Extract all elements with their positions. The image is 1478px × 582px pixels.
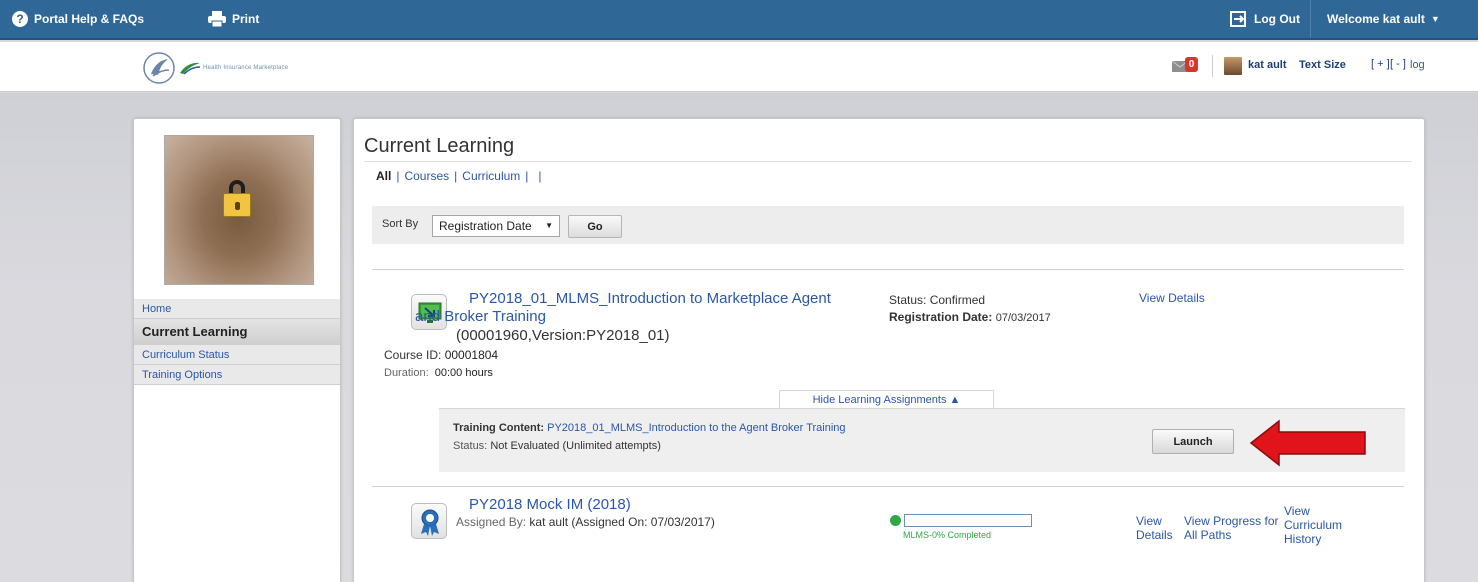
welcome-label: Welcome kat ault bbox=[1327, 12, 1425, 26]
course-id-label: Course ID: bbox=[384, 348, 442, 362]
caret-down-icon: ▼ bbox=[1430, 14, 1440, 24]
text-size-decrease[interactable]: [ - ] bbox=[1390, 58, 1406, 70]
dropdown-arrow-icon: ▼ bbox=[545, 221, 553, 230]
assigned-by: Assigned By: kat ault (Assigned On: 07/0… bbox=[456, 515, 715, 529]
sidebar-item-home[interactable]: Home bbox=[134, 299, 340, 319]
assignment-status-label: Status: bbox=[453, 440, 488, 452]
logout-label: Log Out bbox=[1254, 12, 1300, 26]
sidebar-nav: Home Current Learning Curriculum Status … bbox=[134, 299, 340, 385]
hhs-eagle-logo-icon bbox=[143, 52, 175, 84]
top-bar: ? Portal Help & FAQs Print Log Out Welco… bbox=[0, 0, 1478, 40]
list-divider bbox=[372, 269, 1404, 270]
printer-icon bbox=[208, 11, 226, 27]
course-status: Status: Confirmed bbox=[889, 293, 986, 307]
course-title-line1[interactable]: PY2018_01_MLMS_Introduction to Marketpla… bbox=[469, 290, 831, 307]
training-content-line: Training Content: PY2018_01_MLMS_Introdu… bbox=[453, 422, 846, 434]
curriculum-title[interactable]: PY2018 Mock IM (2018) bbox=[469, 496, 631, 513]
filter-curriculum[interactable]: Curriculum bbox=[462, 169, 520, 183]
sidebar-item-curriculum-status[interactable]: Curriculum Status bbox=[134, 345, 340, 365]
print-link[interactable]: Print bbox=[208, 0, 259, 38]
sidebar: Home Current Learning Curriculum Status … bbox=[133, 118, 341, 582]
training-content-label: Training Content: bbox=[453, 422, 545, 434]
filter-courses[interactable]: Courses bbox=[404, 169, 449, 183]
filter-all[interactable]: All bbox=[376, 169, 391, 183]
header-divider bbox=[1212, 55, 1213, 77]
mail-count-badge: 0 bbox=[1185, 57, 1198, 72]
red-arrow-icon bbox=[1249, 419, 1366, 467]
course-divider bbox=[372, 486, 1404, 487]
portal-help-label: Portal Help & FAQs bbox=[34, 12, 145, 26]
profile-photo bbox=[164, 135, 314, 285]
marketplace-swoosh-icon bbox=[180, 62, 201, 75]
text-size-label: Text Size bbox=[1299, 59, 1346, 71]
sort-selected-value: Registration Date bbox=[439, 219, 532, 233]
logout-icon bbox=[1230, 11, 1246, 27]
progress-label: MLMS-0% Completed bbox=[903, 530, 992, 540]
messages-button[interactable]: 0 bbox=[1172, 57, 1202, 75]
course-duration: Duration: 00:00 hours bbox=[384, 367, 493, 379]
assignment-status-line: Status: Not Evaluated (Unlimited attempt… bbox=[453, 440, 661, 452]
sort-by-label: Sort By bbox=[382, 218, 419, 230]
course-id: Course ID: 00001804 bbox=[384, 348, 498, 362]
sort-bar: Sort By Registration Date ▼ Go bbox=[372, 206, 1404, 244]
course-id-value: 00001804 bbox=[444, 348, 499, 362]
view-progress-link[interactable]: View Progress for All Paths bbox=[1184, 514, 1284, 542]
assignment-status-value: Not Evaluated (Unlimited attempts) bbox=[490, 440, 661, 452]
reg-date-value: 07/03/2017 bbox=[995, 312, 1051, 324]
user-avatar bbox=[1224, 57, 1242, 75]
registration-date: Registration Date: 07/03/2017 bbox=[889, 310, 1051, 324]
header-user-name: kat ault bbox=[1248, 59, 1287, 71]
assigned-by-label: Assigned By: bbox=[456, 515, 527, 529]
print-label: Print bbox=[232, 12, 260, 26]
training-content-link[interactable]: PY2018_01_MLMS_Introduction to the Agent… bbox=[547, 422, 845, 434]
course-version: (00001960,Version:PY2018_01) bbox=[456, 327, 670, 344]
go-button[interactable]: Go bbox=[568, 215, 622, 238]
portal-help-link[interactable]: ? Portal Help & FAQs bbox=[12, 0, 144, 38]
text-size-increase[interactable]: [ + ] bbox=[1371, 58, 1390, 70]
sidebar-item-training-options[interactable]: Training Options bbox=[134, 365, 340, 385]
welcome-user-menu[interactable]: Welcome kat ault ▼ bbox=[1310, 0, 1478, 38]
curriculum-view-details-link[interactable]: View Details bbox=[1136, 514, 1173, 542]
learning-filter-tabs: All | Courses | Curriculum | | bbox=[376, 169, 542, 183]
logout-link[interactable]: Log Out bbox=[1230, 0, 1300, 38]
course-title-line2[interactable]: and Broker Training bbox=[415, 308, 546, 325]
assigned-by-value: kat ault (Assigned On: 07/03/2017) bbox=[529, 515, 715, 529]
marketplace-text: Health Insurance Marketplace bbox=[203, 65, 289, 71]
award-ribbon-icon bbox=[421, 509, 439, 536]
curriculum-icon bbox=[411, 503, 447, 539]
logo[interactable]: Health Insurance Marketplace bbox=[143, 52, 288, 84]
lock-icon bbox=[223, 180, 251, 220]
log-link[interactable]: log bbox=[1410, 59, 1425, 71]
duration-label: Duration: bbox=[384, 367, 429, 379]
hide-learning-assignments-toggle[interactable]: Hide Learning Assignments ▲ bbox=[779, 390, 994, 408]
sidebar-item-current-learning[interactable]: Current Learning bbox=[134, 319, 340, 345]
page-title: Current Learning bbox=[364, 135, 515, 157]
progress-status-dot bbox=[890, 515, 901, 526]
progress-bar bbox=[904, 514, 1032, 527]
view-details-link[interactable]: View Details bbox=[1139, 291, 1205, 305]
view-curriculum-history-link[interactable]: View Curriculum History bbox=[1284, 504, 1354, 546]
reg-date-label: Registration Date: bbox=[889, 310, 993, 324]
title-divider bbox=[364, 161, 1412, 162]
sort-select[interactable]: Registration Date ▼ bbox=[432, 215, 560, 237]
site-header: Health Insurance Marketplace 0 kat ault … bbox=[0, 42, 1478, 92]
duration-value: 00:00 hours bbox=[434, 367, 493, 379]
help-icon: ? bbox=[12, 11, 28, 27]
launch-button[interactable]: Launch bbox=[1152, 429, 1234, 454]
main-panel: Current Learning All | Courses | Curriculum |… bbox=[353, 118, 1425, 582]
